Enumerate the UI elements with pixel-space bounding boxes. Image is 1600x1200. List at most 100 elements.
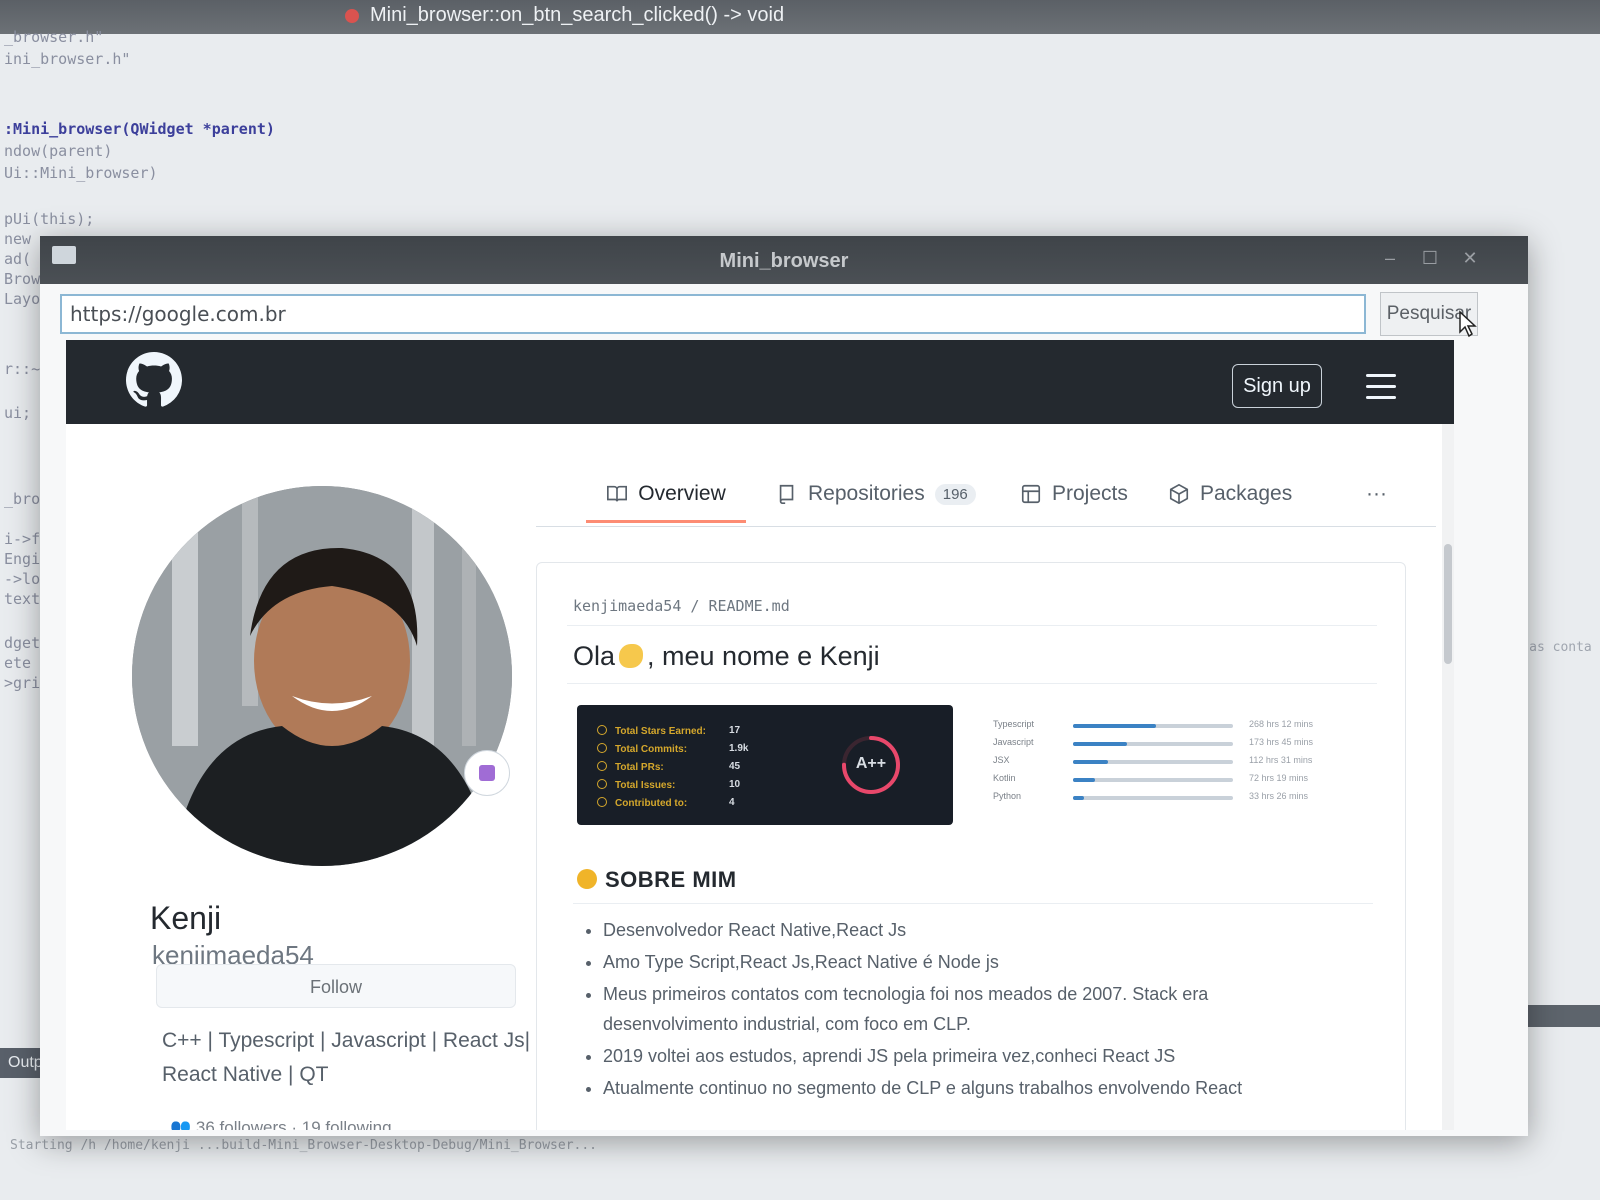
- issue-icon: [597, 779, 607, 789]
- language-row: Python 33 hrs 26 mins: [993, 791, 1353, 807]
- more-tabs-button[interactable]: ···: [1366, 468, 1387, 520]
- list-item: 2019 voltei aos estudos, aprendi JS pela…: [603, 1041, 1323, 1071]
- code-line: ini_browser.h": [4, 50, 131, 68]
- book-icon: [607, 485, 628, 502]
- language-time: 112 hrs 31 mins: [1249, 755, 1313, 765]
- stat-row: Total Issues: 10: [597, 779, 740, 791]
- language-row: JSX 112 hrs 31 mins: [993, 755, 1353, 771]
- close-button[interactable]: ✕: [1460, 248, 1480, 268]
- scrollbar[interactable]: [1442, 424, 1454, 1130]
- language-name: Kotlin: [993, 773, 1016, 783]
- stat-value: 4: [729, 797, 735, 808]
- stat-label: Total Issues:: [615, 780, 676, 791]
- code-line: new: [4, 230, 32, 248]
- language-time: 33 hrs 26 mins: [1249, 791, 1309, 801]
- language-bar-fill: [1073, 796, 1085, 800]
- sign-up-button[interactable]: Sign up: [1232, 364, 1322, 408]
- code-line: ui;: [4, 404, 32, 422]
- tab-label: Repositories: [808, 482, 925, 505]
- code-line: Brow: [4, 270, 41, 288]
- list-item: Amo Type Script,React Js,React Native é …: [603, 947, 1323, 977]
- smile-emoji-icon: [577, 869, 597, 889]
- language-time: 72 hrs 19 mins: [1249, 773, 1309, 783]
- code-line: _browser.h": [4, 28, 104, 46]
- stat-value: 17: [729, 725, 741, 736]
- wakatime-languages[interactable]: Typescript 268 hrs 12 mins Javascript 173 …: [993, 719, 1353, 819]
- output-log: Starting /h /home/kenji ...build-Mini_Br…: [0, 1138, 1600, 1200]
- waving-hand-icon: [619, 644, 644, 668]
- menu-hamburger-icon[interactable]: [1366, 374, 1396, 400]
- stat-row: Total PRs: 45: [597, 761, 740, 773]
- star-icon: [597, 725, 607, 735]
- tab-overview[interactable]: Overview: [586, 468, 746, 523]
- about-list: Desenvolvedor React Native,React Js Amo …: [577, 915, 1323, 1105]
- stat-row: Total Stars Earned: 17: [597, 725, 740, 737]
- greeting-text-rest: , meu nome e Kenji: [647, 641, 880, 671]
- tab-label: Overview: [638, 482, 726, 505]
- pull-request-icon: [597, 761, 607, 771]
- about-heading-text: SOBRE MIM: [605, 867, 737, 892]
- error-dot-icon: [345, 9, 359, 23]
- repositories-count-badge: 196: [934, 483, 976, 505]
- window-titlebar[interactable]: Mini_browser – ☐ ✕: [40, 236, 1528, 284]
- language-bar-fill: [1073, 760, 1109, 764]
- profile-name: Kenji: [150, 900, 222, 936]
- stat-row: Total Commits: 1.9k: [597, 743, 748, 755]
- repo-icon: [597, 797, 607, 807]
- language-bar-fill: [1073, 778, 1096, 782]
- web-view[interactable]: Sign up Overview Repositories 196 Projec…: [66, 340, 1454, 1130]
- language-name: Python: [993, 791, 1022, 801]
- follow-button[interactable]: Follow: [156, 964, 516, 1008]
- minimize-button[interactable]: –: [1380, 248, 1400, 268]
- language-bar: [1073, 778, 1233, 782]
- language-row: Kotlin 72 hrs 19 mins: [993, 773, 1353, 789]
- followers-link[interactable]: 36 followers: [196, 1118, 287, 1130]
- stat-label: Total Commits:: [615, 744, 688, 755]
- github-stats-card[interactable]: Total Stars Earned: 17 Total Commits: 1.9k…: [577, 705, 953, 825]
- stat-row: Contributed to: 4: [597, 797, 735, 809]
- ide-editor-toolbar: Mini_browser::on_btn_search_clicked() ->…: [0, 0, 1600, 34]
- greeting-text: Ola: [573, 641, 616, 671]
- language-bar-fill: [1073, 742, 1128, 746]
- avatar[interactable]: [132, 486, 512, 866]
- status-emoji[interactable]: [464, 750, 510, 796]
- list-item: Meus primeiros contatos com tecnologia f…: [603, 979, 1323, 1039]
- tab-projects[interactable]: Projects: [1020, 468, 1128, 520]
- maximize-button[interactable]: ☐: [1420, 248, 1440, 268]
- readme-heading: Ola , meu nome e Kenji: [573, 641, 880, 672]
- package-icon: [1169, 483, 1189, 505]
- tab-packages[interactable]: Packages: [1168, 468, 1292, 520]
- people-icon: 👥: [170, 1118, 192, 1130]
- code-line: Ui::Mini_browser): [4, 164, 158, 182]
- url-input[interactable]: https://google.com.br: [60, 294, 1366, 334]
- readme-card: kenjimaeda54 / README.md Ola , meu nome e…: [536, 562, 1406, 1130]
- profile-tabs: Overview Repositories 196 Projects Packa…: [586, 468, 1406, 528]
- scrollbar-thumb[interactable]: [1444, 544, 1452, 664]
- language-row: Typescript 268 hrs 12 mins: [993, 719, 1353, 735]
- stats-grade: A++: [855, 755, 887, 772]
- tab-label: Packages: [1200, 482, 1293, 505]
- divider: [573, 903, 1373, 904]
- list-item: Atualmente continuo no segmento de CLP e…: [603, 1073, 1323, 1103]
- tab-repositories[interactable]: Repositories 196: [776, 468, 976, 520]
- tab-label: Projects: [1052, 482, 1128, 505]
- code-line: Layo: [4, 290, 41, 308]
- readme-path[interactable]: kenjimaeda54 / README.md: [573, 597, 790, 615]
- mouse-pointer-icon: [1459, 310, 1477, 338]
- followers-line: 👥 36 followers · 19 following: [170, 1118, 392, 1130]
- stat-value: 10: [729, 779, 741, 790]
- language-bar: [1073, 724, 1233, 728]
- language-time: 268 hrs 12 mins: [1249, 719, 1314, 729]
- stat-value: 45: [729, 761, 741, 772]
- function-signature[interactable]: Mini_browser::on_btn_search_clicked() ->…: [370, 4, 784, 27]
- following-link[interactable]: 19 following: [302, 1118, 392, 1130]
- stat-label: Total PRs:: [615, 762, 664, 773]
- github-logo-icon[interactable]: [126, 352, 182, 408]
- avatar-photo: [132, 486, 512, 866]
- repo-icon: [779, 484, 794, 504]
- separator-dot: ·: [291, 1118, 298, 1130]
- language-time: 173 hrs 45 mins: [1249, 737, 1314, 747]
- language-bar: [1073, 760, 1233, 764]
- code-line: ndow(parent): [4, 142, 113, 160]
- list-item: Desenvolvedor React Native,React Js: [603, 915, 1323, 945]
